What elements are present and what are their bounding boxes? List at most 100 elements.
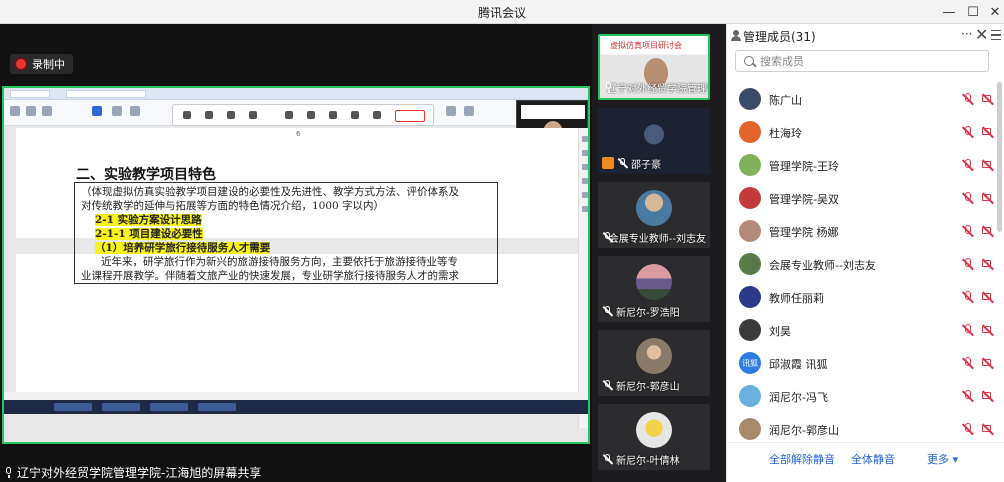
mic-muted-icon[interactable] (961, 191, 975, 205)
mic-muted-icon[interactable] (961, 290, 975, 304)
toolbar-icon (112, 106, 122, 116)
video-tile[interactable]: 会展专业教师--刘志友 (598, 182, 710, 248)
toolbar-icon (42, 106, 52, 116)
mic-muted-icon (602, 305, 613, 317)
camera-off-icon[interactable] (981, 356, 995, 370)
shared-screen: 6 二、实验教学项目特色 （体现虚拟仿真实验教学项目建设的必要性及先进性、教学方… (2, 86, 590, 444)
camera-off-icon[interactable] (981, 92, 995, 106)
avatar (739, 418, 761, 440)
screen-share-label: 辽宁对外经贸学院管理学院-江海旭的屏幕共享 (4, 462, 261, 482)
member-row[interactable]: 杜海玲 (727, 119, 995, 147)
camera-off-icon[interactable] (981, 125, 995, 139)
member-name: 管理学院 杨娜 (769, 226, 839, 239)
document-heading: 二、实验教学项目特色 (76, 167, 216, 183)
camera-off-icon[interactable] (981, 290, 995, 304)
title-bar: 腾讯会议 — ☐ ✕ (0, 0, 1004, 24)
mic-muted-icon[interactable] (961, 224, 975, 238)
member-name: 润尼尔-郭彦山 (769, 424, 839, 437)
wps-tab (10, 90, 50, 98)
share-owner: 辽宁对外经贸学院管理学院-江海旭的屏幕共享 (17, 465, 262, 480)
mic-muted-icon[interactable] (961, 323, 975, 337)
avatar (636, 264, 672, 300)
pip-slide (521, 105, 585, 119)
member-row[interactable]: 会展专业教师--刘志友 (727, 251, 995, 279)
camera-off-icon[interactable] (981, 191, 995, 205)
member-row[interactable]: 管理学院 杨娜 (727, 218, 995, 246)
more-options-button[interactable]: ··· (961, 27, 972, 41)
member-list-scrollbar[interactable] (997, 82, 1002, 232)
avatar (739, 319, 761, 341)
member-row[interactable]: 管理学院-王玲 (727, 152, 995, 180)
mic-muted-icon[interactable] (961, 422, 975, 436)
camera-off-icon[interactable] (981, 323, 995, 337)
video-tile[interactable]: 新尼尔-罗浩阳 (598, 256, 710, 322)
more-button[interactable]: 更多 ▾ (927, 451, 958, 467)
camera-off-icon[interactable] (981, 422, 995, 436)
member-row[interactable]: 刘昊 (727, 317, 995, 345)
member-row[interactable]: 管理学院-吴双 (727, 185, 995, 213)
recording-label: 录制中 (32, 58, 65, 71)
mic-muted-icon[interactable] (961, 257, 975, 271)
video-tile[interactable]: 新尼尔-叶倩林 (598, 404, 710, 470)
member-row[interactable]: 讯狐 邱淑霞 讯狐 (727, 350, 995, 378)
mic-muted-icon[interactable] (961, 389, 975, 403)
toolbar-icon (92, 106, 102, 116)
mic-muted-icon[interactable] (961, 356, 975, 370)
member-name: 润尼尔-冯飞 (769, 391, 828, 404)
member-name: 管理学院-吴双 (769, 193, 839, 206)
recording-badge[interactable]: 录制中 (10, 54, 73, 74)
search-input[interactable] (760, 54, 960, 68)
member-name: 刘昊 (769, 325, 791, 338)
members-panel: 管理成员(31) ··· ✕ 陈广山 杜海玲 管理学院-王玲 管理学 (726, 24, 1004, 482)
camera-off-icon[interactable] (981, 224, 995, 238)
minimize-button[interactable]: — (938, 2, 960, 22)
mic-muted-icon[interactable] (961, 92, 975, 106)
highlight-line: （1）培养研学旅行接待服务人才需要 (95, 242, 271, 254)
person-icon (731, 30, 741, 41)
member-search[interactable] (735, 50, 989, 72)
avatar (739, 253, 761, 275)
video-tile-name: 辽宁对外经贸学院管理学... (606, 81, 708, 94)
main-stage: 录制中 6 二、实验教学项目特色 （体现虚拟仿真实验教学项目建设的必要性及先进性… (0, 24, 592, 482)
avatar (739, 286, 761, 308)
maximize-button[interactable]: ☐ (962, 2, 984, 22)
camera-off-icon[interactable] (981, 158, 995, 172)
camera-off-icon[interactable] (981, 257, 995, 271)
mute-all-button[interactable]: 全体静音 (851, 451, 895, 467)
avatar (636, 190, 672, 226)
document-paragraph: 近年来，研学旅行作为新兴的旅游接待服务方向，主要依托于旅游接待业等专 (101, 256, 458, 268)
member-row[interactable]: 陈广山 (727, 86, 995, 114)
wps-toolbar (4, 100, 588, 126)
avatar (739, 187, 761, 209)
menu-icon[interactable] (991, 30, 1001, 40)
close-panel-button[interactable]: ✕ (975, 25, 988, 44)
member-name: 管理学院-王玲 (769, 160, 839, 173)
video-tile[interactable]: 虚拟仿真项目研讨会 辽宁对外经贸学院管理学... (598, 34, 710, 100)
panel-footer: 全部解除静音 全体静音 更多 ▾ (727, 442, 1004, 472)
os-taskbar (4, 400, 588, 414)
unmute-all-button[interactable]: 全部解除静音 (769, 451, 835, 467)
member-row[interactable]: 润尼尔-郭彦山 (727, 416, 995, 444)
member-name: 杜海玲 (769, 127, 802, 140)
member-row[interactable]: 教师任丽莉 (727, 284, 995, 312)
video-tile[interactable]: 新尼尔-郭彦山 (598, 330, 710, 396)
camera-off-icon[interactable] (981, 389, 995, 403)
slide-title: 虚拟仿真项目研讨会 (610, 41, 682, 50)
mic-muted-icon[interactable] (961, 158, 975, 172)
avatar (739, 385, 761, 407)
user-icon (602, 157, 614, 169)
wps-tab (66, 90, 146, 98)
mic-muted-icon[interactable] (961, 125, 975, 139)
panel-title: 管理成员(31) (743, 30, 816, 44)
member-name: 会展专业教师--刘志友 (769, 259, 876, 272)
highlight-line: 2-1-1 项目建设必要性 (95, 228, 203, 240)
member-row[interactable]: 润尼尔-冯飞 (727, 383, 995, 411)
mic-icon (4, 466, 13, 478)
close-window-button[interactable]: ✕ (984, 2, 1004, 22)
avatar (739, 88, 761, 110)
document-line: （体现虚拟仿真实验教学项目建设的必要性及先进性、教学方式方法、评价体系及 (81, 186, 459, 198)
window-title: 腾讯会议 (477, 6, 526, 20)
video-tile[interactable]: 邵子豪 (598, 108, 710, 174)
highlight-line: 2-1 实验方案设计思路 (95, 214, 202, 226)
avatar (636, 338, 672, 374)
